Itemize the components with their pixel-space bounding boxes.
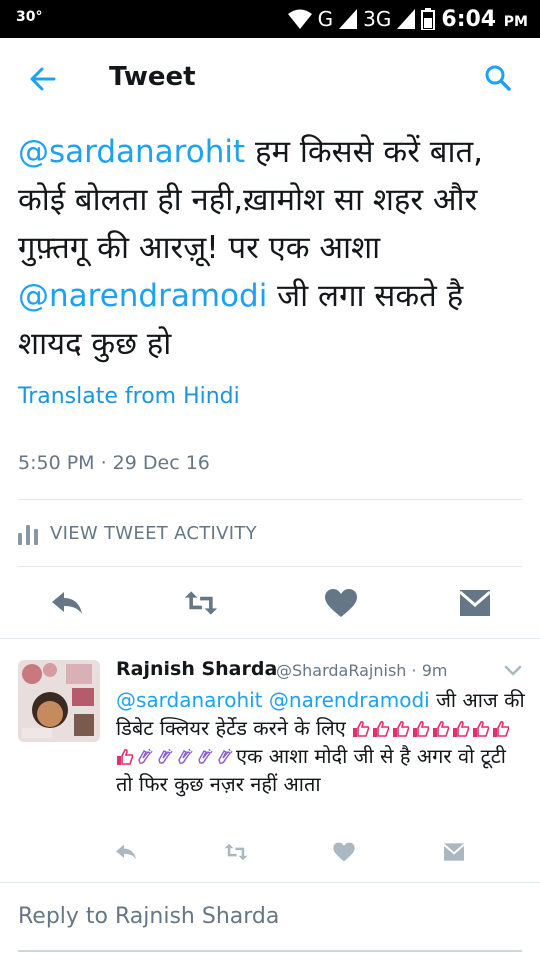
tweet-timestamp: 5:50 PM · 29 Dec 16	[18, 452, 210, 474]
divider	[18, 499, 522, 500]
thumbs-up-emoji-icon	[473, 720, 490, 737]
battery-icon	[421, 8, 436, 30]
signal-icon-2	[397, 9, 416, 29]
tweet-body: @sardanarohit हम किससे करें बात, कोई बोल…	[18, 128, 528, 368]
thumbs-up-emoji-icon	[453, 720, 470, 737]
status-icons: G 3G 6:04 PM	[287, 5, 528, 33]
avatar[interactable]	[18, 660, 100, 742]
clock-ampm: PM	[503, 13, 528, 30]
divider	[0, 638, 540, 639]
thumbs-up-emoji-icon	[373, 720, 390, 737]
view-tweet-activity-button[interactable]: VIEW TWEET ACTIVITY	[18, 518, 257, 548]
reply-compose-placeholder: Reply to Rajnish Sharda	[18, 904, 280, 929]
translate-link[interactable]: Translate from Hindi	[18, 384, 240, 409]
thumbs-up-emoji-icon	[433, 720, 450, 737]
clapping-hands-emoji-icon	[218, 748, 233, 764]
retweet-icon[interactable]	[184, 588, 218, 618]
clapping-hands-emoji-icon	[138, 748, 153, 764]
direct-message-icon-small[interactable]	[442, 842, 466, 862]
divider	[0, 882, 540, 883]
reply-icon-small[interactable]	[114, 842, 138, 862]
wifi-icon	[287, 9, 312, 29]
clock-time: 6:04	[441, 6, 497, 32]
top-app-bar: Tweet	[0, 38, 540, 120]
network-g-label: G	[317, 7, 334, 31]
reply-author-handle: @ShardaRajnish · 9m	[276, 661, 448, 680]
like-heart-icon[interactable]	[324, 588, 358, 618]
thumbs-up-emoji-icon	[413, 720, 430, 737]
clapping-hands-emoji-icon	[178, 748, 193, 764]
search-icon[interactable]	[484, 64, 512, 92]
mention-sardanarohit[interactable]: @sardanarohit	[18, 134, 245, 170]
divider	[18, 566, 522, 567]
reply-tweet-body: @sardanarohit @narendramodi जी आज की डिब…	[116, 686, 526, 798]
clapping-hands-emoji-icon	[158, 748, 173, 764]
thumbs-up-emoji-icon	[353, 720, 370, 737]
retweet-icon-small[interactable]	[224, 842, 248, 862]
reply-author-name[interactable]: Rajnish Sharda	[116, 658, 277, 680]
reply-tweet[interactable]: Rajnish Sharda @ShardaRajnish · 9m @sard…	[0, 642, 540, 880]
bar-chart-icon	[18, 525, 38, 545]
tweet-actions	[0, 584, 540, 624]
chevron-down-icon[interactable]	[504, 664, 522, 678]
avatar-image	[18, 660, 100, 742]
back-arrow-icon[interactable]	[28, 64, 58, 94]
thumbs-up-emoji-icon	[393, 720, 410, 737]
mention-narendramodi[interactable]: @narendramodi	[18, 278, 267, 314]
page-title: Tweet	[109, 62, 196, 92]
direct-message-icon[interactable]	[458, 588, 492, 618]
reply-mention-sardanarohit[interactable]: @sardanarohit	[116, 688, 263, 712]
thumbs-up-emoji-icon	[117, 748, 134, 765]
network-3g-label: 3G	[363, 7, 392, 31]
signal-icon	[339, 9, 358, 29]
temperature-label: 30°	[16, 9, 43, 25]
reply-icon[interactable]	[50, 588, 84, 618]
clock: 6:04 PM	[441, 7, 528, 32]
reply-compose-field[interactable]: Reply to Rajnish Sharda	[18, 904, 522, 952]
reply-mention-narendramodi[interactable]: @narendramodi	[269, 688, 430, 712]
like-heart-icon-small[interactable]	[332, 842, 356, 862]
status-bar: 30° G 3G 6:04 PM	[0, 0, 540, 38]
thumbs-up-emoji-icon	[493, 720, 510, 737]
clapping-hands-emoji-icon	[198, 748, 213, 764]
view-tweet-activity-label: VIEW TWEET ACTIVITY	[50, 522, 257, 544]
compose-underline	[18, 950, 522, 952]
